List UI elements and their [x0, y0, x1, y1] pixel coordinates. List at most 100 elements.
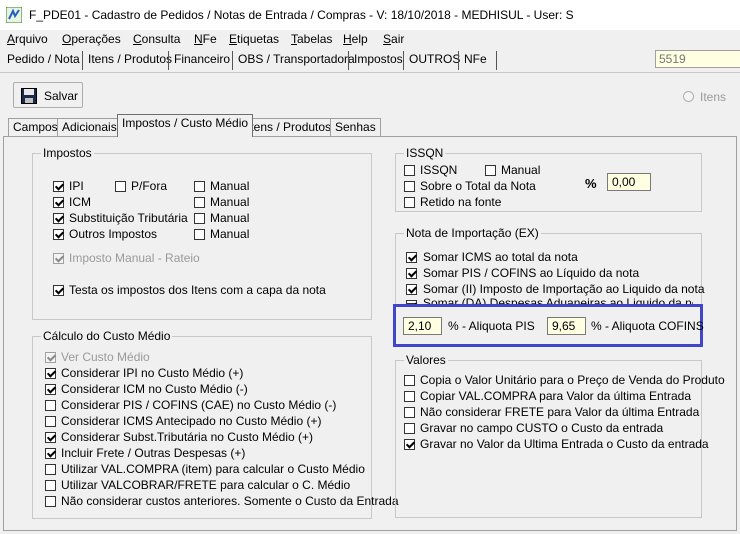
- checkbox-pfora[interactable]: [115, 181, 126, 192]
- checkbox-icm[interactable]: [53, 197, 64, 208]
- itens-radio-label: Itens: [700, 90, 727, 104]
- valores-option-checkbox[interactable]: [404, 423, 415, 434]
- label-icm: ICM: [69, 195, 91, 209]
- subtab-campos[interactable]: Campos: [8, 118, 63, 136]
- valores-option-label: Copiar VAL.COMPRA para Valor da última E…: [420, 389, 692, 403]
- subtab-adicionais[interactable]: Adicionais: [57, 118, 122, 136]
- tab-outros[interactable]: OUTROS: [406, 51, 463, 70]
- tab-separator: [232, 51, 233, 70]
- menu-tabelas[interactable]: Tabelas: [291, 32, 332, 46]
- divider: [0, 72, 740, 73]
- label-aliquota-pis: % - Aliquota PIS: [448, 319, 535, 333]
- checkbox-ipi-manual[interactable]: [194, 181, 205, 192]
- checkbox-outros-impostos[interactable]: [53, 229, 64, 240]
- tab-separator: [496, 51, 497, 70]
- label-somar-da-clip: Somar (DA) Despesas Aduaneiras ao Liquid…: [423, 296, 693, 304]
- label-testa-impostos: Testa os impostos dos Itens com a capa d…: [69, 283, 326, 297]
- itens-radio[interactable]: [683, 91, 694, 102]
- menu-consulta[interactable]: Consulta: [133, 32, 180, 46]
- custo-medio-option-label: Utilizar VAL.COMPRA (item) para calcular…: [61, 462, 365, 476]
- menu-arquivo[interactable]: Arquivo: [7, 32, 48, 46]
- save-label: Salvar: [44, 89, 79, 103]
- menu-sair[interactable]: Sair: [383, 32, 404, 46]
- checkbox-somar-ii[interactable]: [406, 284, 417, 295]
- custo-medio-option-checkbox[interactable]: [45, 416, 56, 427]
- subtab-itens-produtos[interactable]: Itens / Produtos: [242, 118, 337, 136]
- tab-separator: [82, 51, 83, 70]
- valores-option-checkbox[interactable]: [404, 375, 415, 386]
- tab-separator: [458, 51, 459, 70]
- checkbox-testa-impostos[interactable]: [53, 285, 64, 296]
- checkbox-subst-tributaria[interactable]: [53, 213, 64, 224]
- save-button[interactable]: Salvar: [13, 82, 83, 108]
- custo-medio-option-checkbox[interactable]: [45, 368, 56, 379]
- custo-medio-option-checkbox[interactable]: [45, 496, 56, 507]
- valores-option-checkbox[interactable]: [404, 391, 415, 402]
- custo-medio-option-checkbox[interactable]: [45, 432, 56, 443]
- tab-separator: [168, 51, 169, 70]
- tab-pedido-nota[interactable]: Pedido / Nota: [4, 51, 83, 70]
- checkbox-icm-manual[interactable]: [194, 197, 205, 208]
- checkbox-somar-icms[interactable]: [406, 252, 417, 263]
- code-field[interactable]: 5519: [655, 50, 740, 68]
- group-title: Cálculo do Custo Médio: [41, 329, 173, 343]
- valores-option-checkbox[interactable]: [404, 439, 415, 450]
- tab-financeiro[interactable]: Financeiro: [171, 51, 233, 70]
- aliquota-pis-input[interactable]: 2,10: [403, 317, 442, 335]
- valores-option-label: Copia o Valor Unitário para o Preço de V…: [420, 373, 725, 387]
- menu-operacoes[interactable]: Operações: [62, 32, 121, 46]
- custo-medio-option-checkbox[interactable]: [45, 448, 56, 459]
- group-title: ISSQN: [404, 146, 446, 160]
- aliquota-cofins-input[interactable]: 9,65: [547, 317, 586, 335]
- subtab-impostos-custo[interactable]: Impostos / Custo Médio: [117, 114, 254, 137]
- label-outros-impostos: Outros Impostos: [69, 227, 158, 241]
- tab-impostos[interactable]: Impostos: [351, 51, 406, 70]
- tab-nfe[interactable]: NFe: [461, 51, 490, 70]
- menu-etiquetas[interactable]: Etiquetas: [229, 32, 279, 46]
- custo-medio-option-label: Considerar IPI no Custo Médio (+): [61, 366, 244, 380]
- window-title: F_PDE01 - Cadastro de Pedidos / Notas de…: [29, 8, 574, 22]
- checkbox-somar-pis-cofins[interactable]: [406, 268, 417, 279]
- valores-option-label: Gravar no Valor da Ultima Entrada o Cust…: [420, 437, 709, 451]
- label-manual: Manual: [210, 179, 250, 193]
- tab-itens-produtos[interactable]: Itens / Produtos: [85, 51, 175, 70]
- label-aliquota-cofins: % - Aliquota COFINS: [591, 319, 704, 333]
- custo-medio-option-label: Incluir Frete / Outras Despesas (+): [61, 446, 246, 460]
- menu-nfe[interactable]: NFe: [194, 32, 217, 46]
- app-icon: [6, 7, 22, 23]
- subtab-senhas[interactable]: Senhas: [330, 118, 381, 136]
- tab-obs-transportadora[interactable]: OBS / Transportadora: [235, 51, 358, 70]
- custo-medio-option-label: Considerar ICM no Custo Médio (-): [61, 382, 248, 396]
- label-manual: Manual: [210, 211, 250, 225]
- custo-medio-option-label: Considerar ICMS Antecipado no Custo Médi…: [61, 414, 322, 428]
- label-somar-pis-cofins: Somar PIS / COFINS ao Líquido da nota: [423, 266, 640, 280]
- valores-option-label: Gravar no campo CUSTO o Custo da entrada: [420, 421, 664, 435]
- checkbox-subst-manual[interactable]: [194, 213, 205, 224]
- group-title: Valores: [404, 353, 448, 367]
- checkbox-issqn-manual[interactable]: [485, 165, 496, 176]
- custo-medio-option-label: Utilizar VALCOBRAR/FRETE para calcular o…: [61, 478, 351, 492]
- percent-label: %: [585, 176, 597, 191]
- floppy-disk-icon: [21, 88, 37, 104]
- label-imposto-manual-rateio: Imposto Manual - Rateio: [69, 251, 200, 265]
- custo-medio-option-label: Não considerar custos anteriores. Soment…: [61, 494, 399, 508]
- checkbox-outros-manual[interactable]: [194, 229, 205, 240]
- issqn-percent-input[interactable]: 0,00: [607, 173, 651, 191]
- valores-option-checkbox[interactable]: [404, 407, 415, 418]
- custo-medio-option-checkbox[interactable]: [45, 400, 56, 411]
- checkbox-retido-fonte[interactable]: [404, 197, 415, 208]
- checkbox-sobre-total[interactable]: [404, 181, 415, 192]
- checkbox-ipi[interactable]: [53, 181, 64, 192]
- custo-medio-option-checkbox[interactable]: [45, 480, 56, 491]
- checkbox-imposto-manual-rateio[interactable]: [53, 253, 64, 264]
- custo-medio-option-checkbox[interactable]: [45, 384, 56, 395]
- menu-help[interactable]: Help: [343, 32, 368, 46]
- label-somar-ii: Somar (II) Imposto de Importação ao Liqu…: [423, 282, 705, 296]
- checkbox-issqn[interactable]: [404, 165, 415, 176]
- label-manual: Manual: [501, 163, 541, 177]
- custo-medio-option-label: Considerar PIS / COFINS (CAE) no Custo M…: [61, 398, 337, 412]
- custo-medio-option-label: Considerar Subst.Tributária no Custo Méd…: [61, 430, 313, 444]
- custo-medio-option-checkbox[interactable]: [45, 352, 56, 363]
- custo-medio-option-checkbox[interactable]: [45, 464, 56, 475]
- custo-medio-option-label: Ver Custo Médio: [61, 350, 150, 364]
